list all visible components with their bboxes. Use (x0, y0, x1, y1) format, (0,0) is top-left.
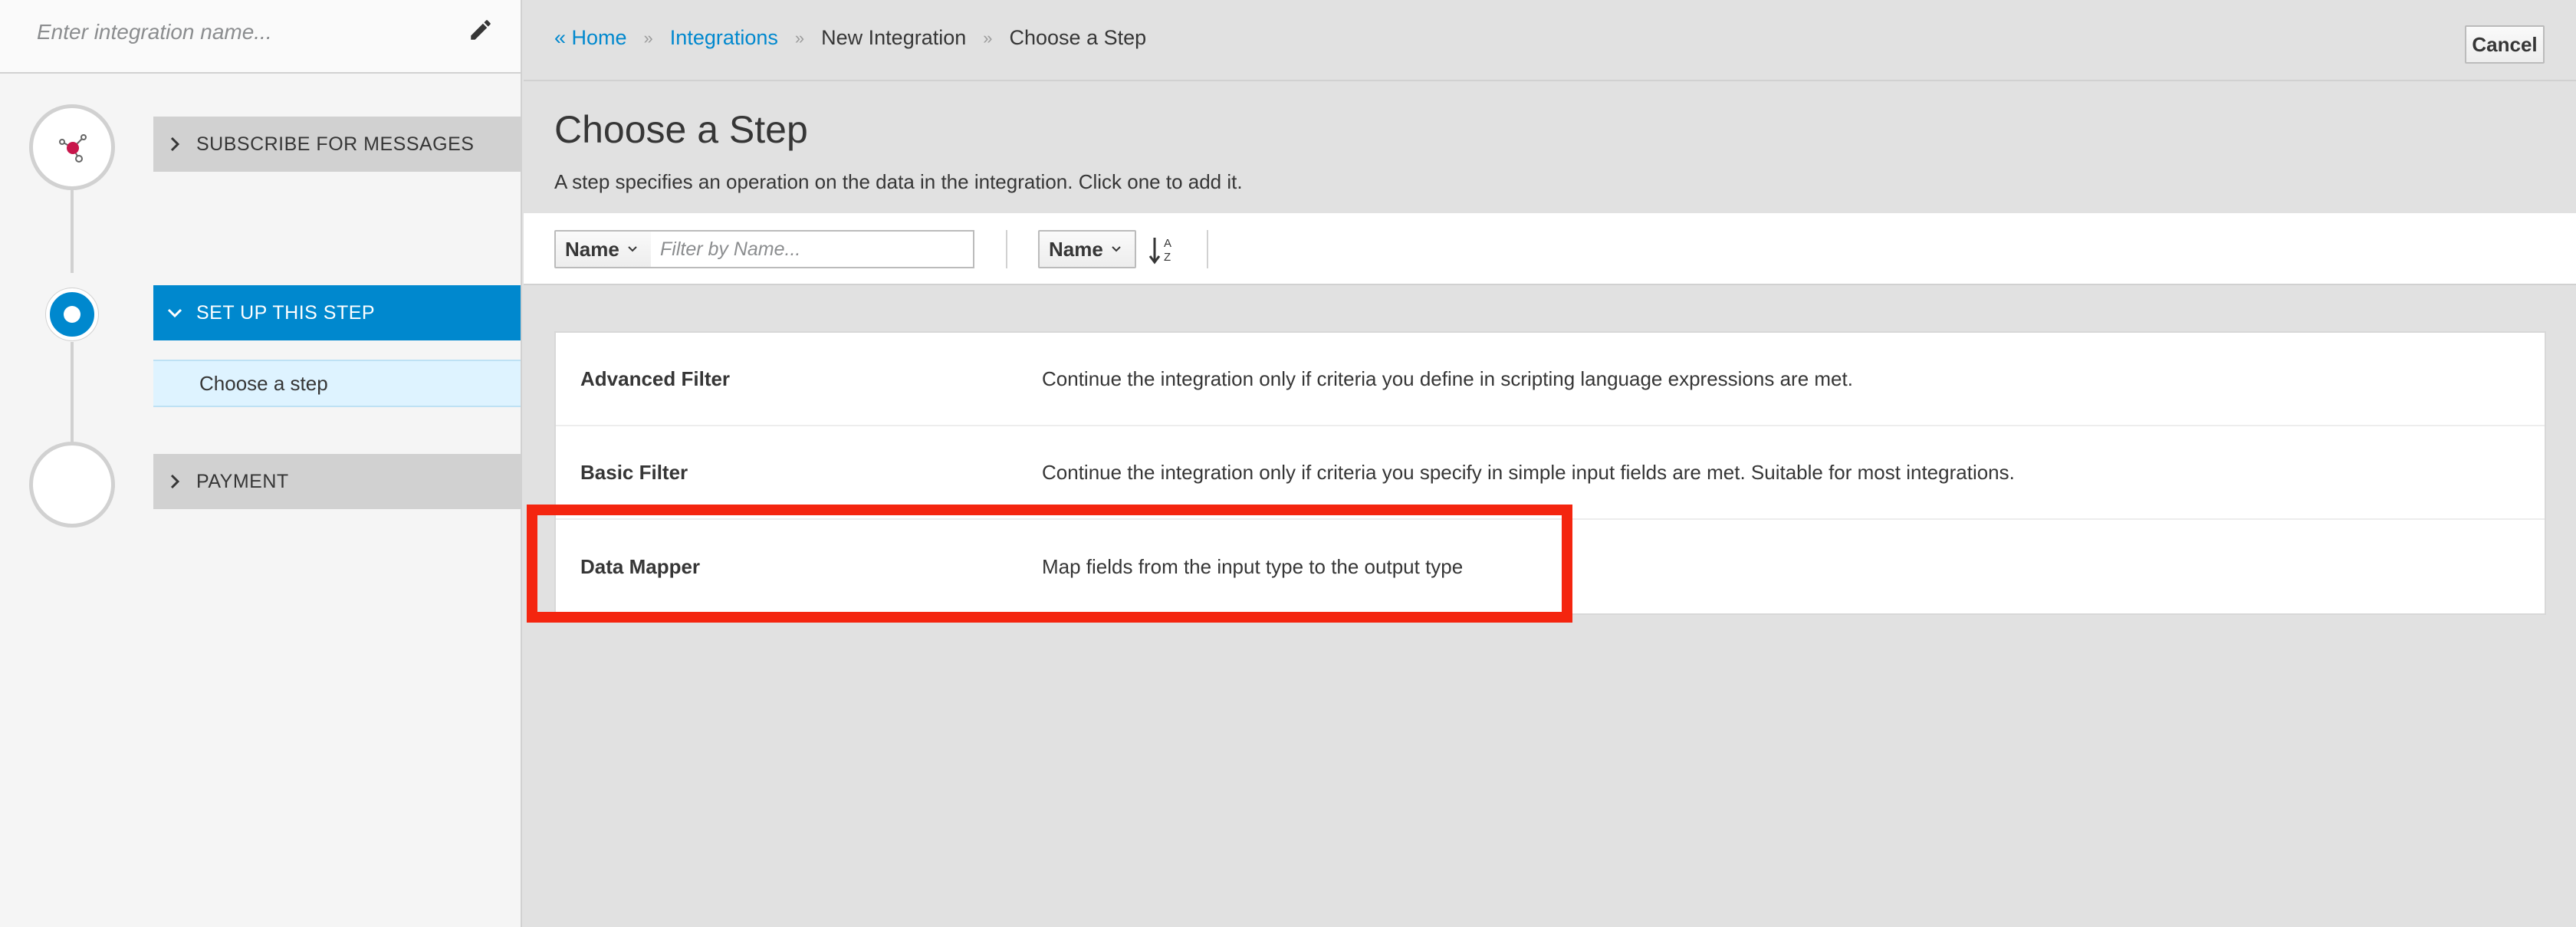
step-subscribe-for-messages[interactable]: SUBSCRIBE FOR MESSAGES (153, 117, 521, 172)
list-item-basic-filter[interactable]: Basic Filter Continue the integration on… (556, 426, 2545, 520)
chevron-right-icon (153, 474, 196, 489)
page-title: Choose a Step (554, 108, 808, 151)
step-set-up-this-step[interactable]: SET UP THIS STEP (153, 285, 521, 340)
chevron-down-icon (627, 245, 638, 253)
svg-text:Z: Z (1164, 251, 1171, 264)
breadcrumb-current: Choose a Step (1009, 26, 1147, 49)
list-item-description: Map fields from the input type to the ou… (1042, 554, 1464, 578)
filter-input[interactable] (651, 230, 974, 268)
breadcrumb-separator: » (983, 28, 993, 48)
breadcrumb-integrations-link[interactable]: Integrations (670, 26, 778, 50)
list-item-name: Advanced Filter (580, 367, 731, 390)
sort-field-dropdown[interactable]: Name (1038, 230, 1136, 268)
chevron-down-icon (1111, 245, 1122, 253)
step-connector-line (71, 189, 74, 273)
pencil-edit-icon[interactable] (468, 17, 494, 43)
breadcrumb: « Home » Integrations » New Integration … (554, 26, 1146, 50)
list-item-advanced-filter[interactable]: Advanced Filter Continue the integration… (556, 333, 2545, 426)
integration-sidebar: SUBSCRIBE FOR MESSAGES SET UP THIS STEP … (0, 0, 522, 927)
breadcrumb-separator: » (794, 28, 805, 48)
step-payment[interactable]: PAYMENT (153, 454, 521, 509)
step-label: PAYMENT (196, 470, 289, 492)
step-1-circle[interactable] (29, 104, 115, 190)
filter-field-dropdown[interactable]: Name (554, 230, 652, 268)
sort-alpha-asc-icon[interactable]: A Z (1147, 233, 1181, 267)
integration-name-input[interactable] (37, 15, 435, 49)
integration-name-bar (0, 0, 521, 74)
chevron-right-icon (153, 136, 196, 152)
sort-field-label: Name (1049, 237, 1103, 261)
step-connector-line (71, 342, 74, 445)
list-item-description: Continue the integration only if criteri… (1042, 367, 1853, 390)
toolbar-divider (1207, 230, 1208, 268)
list-item-name: Basic Filter (580, 460, 688, 484)
step-label: SUBSCRIBE FOR MESSAGES (196, 133, 475, 155)
step-list: Advanced Filter Continue the integration… (554, 331, 2546, 615)
cancel-button[interactable]: Cancel (2465, 25, 2545, 64)
active-dot (64, 306, 80, 323)
chevron-down-icon (153, 307, 196, 318)
step-label: SET UP THIS STEP (196, 301, 376, 324)
main-content: « Home » Integrations » New Integration … (524, 0, 2576, 927)
list-item-data-mapper[interactable]: Data Mapper Map fields from the input ty… (556, 520, 2545, 613)
svg-text:A: A (1164, 237, 1171, 250)
step-2-active-circle[interactable] (46, 288, 98, 340)
header-divider (524, 80, 2576, 81)
toolbar-divider (1006, 230, 1007, 268)
list-item-name: Data Mapper (580, 554, 701, 578)
sub-item-label: Choose a step (199, 371, 328, 395)
list-item-description: Continue the integration only if criteri… (1042, 460, 2015, 484)
breadcrumb-separator: » (643, 28, 653, 48)
filter-field-label: Name (565, 237, 619, 261)
sub-item-choose-a-step[interactable]: Choose a step (153, 360, 521, 407)
breadcrumb-new-integration: New Integration (821, 26, 967, 49)
step-3-circle[interactable] (29, 442, 115, 528)
message-hub-icon (59, 134, 87, 163)
breadcrumb-home-link[interactable]: « Home (554, 26, 627, 50)
filter-toolbar: Name Name A Z (524, 213, 2576, 285)
page-description: A step specifies an operation on the dat… (554, 170, 1243, 193)
